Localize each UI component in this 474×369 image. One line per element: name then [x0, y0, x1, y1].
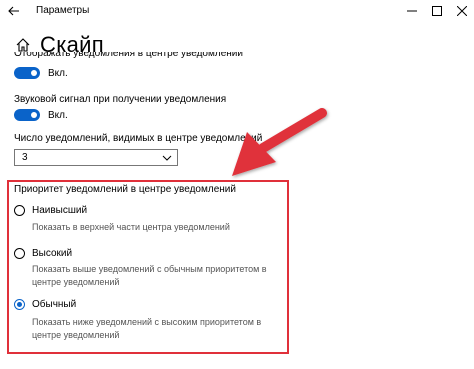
- radio-normal[interactable]: [14, 299, 25, 310]
- toggle-knob: [31, 112, 37, 118]
- minimize-icon: [407, 10, 417, 12]
- radio-highest-label: Наивысший: [32, 205, 88, 216]
- radio-selected-dot: [17, 302, 22, 307]
- notifications-toggle[interactable]: [14, 67, 40, 79]
- maximize-button[interactable]: [425, 2, 449, 20]
- radio-normal-description: Показать ниже уведомлений с высоким прио…: [32, 317, 262, 340]
- count-setting-label: Число уведомлений, видимых в центре увед…: [14, 133, 263, 144]
- window-title: Параметры: [36, 5, 90, 16]
- arrow-left-icon: [8, 6, 19, 16]
- title-bar: Параметры: [0, 0, 474, 24]
- maximize-icon: [432, 6, 442, 16]
- sound-toggle-state: Вкл.: [48, 110, 68, 121]
- sound-toggle[interactable]: [14, 109, 40, 121]
- minimize-button[interactable]: [400, 2, 424, 20]
- radio-highest-description: Показать в верхней части центра уведомле…: [32, 222, 230, 232]
- toggle-knob: [31, 70, 37, 76]
- radio-highest[interactable]: [14, 205, 25, 216]
- radio-high-label: Высокий: [32, 248, 73, 259]
- priority-section-title: Приоритет уведомлений в центре уведомлен…: [14, 184, 236, 195]
- count-dropdown-value: 3: [22, 152, 28, 163]
- radio-normal-label: Обычный: [32, 299, 77, 310]
- back-button[interactable]: [6, 2, 22, 20]
- radio-high-description: Показать выше уведомлений с обычным прио…: [32, 264, 267, 287]
- close-button[interactable]: [450, 2, 474, 20]
- chevron-down-icon: [162, 155, 172, 161]
- sound-setting-label: Звуковой сигнал при получении уведомлени…: [14, 94, 227, 105]
- close-icon: [457, 6, 467, 16]
- notifications-toggle-state: Вкл.: [48, 68, 68, 79]
- radio-high[interactable]: [14, 248, 25, 259]
- cut-off-setting-label: Отображать уведомления в центре уведомле…: [14, 52, 243, 58]
- count-dropdown[interactable]: 3: [14, 149, 178, 166]
